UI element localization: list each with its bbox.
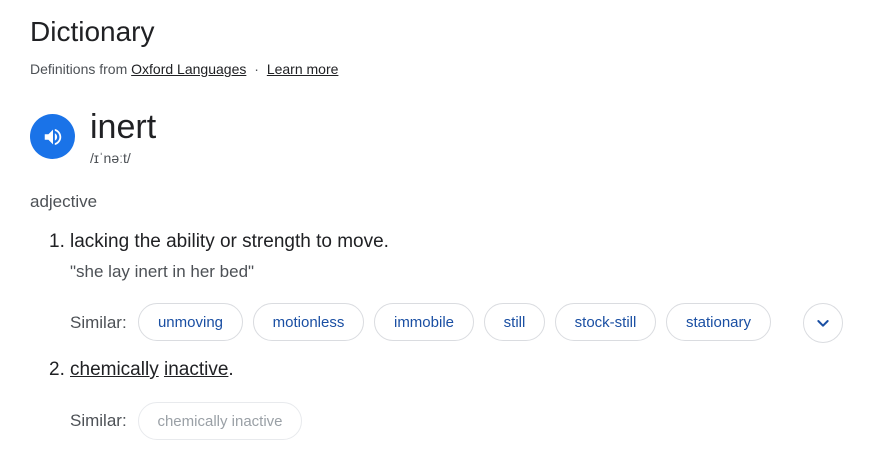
expand-button[interactable] — [803, 303, 843, 343]
sense-1-example: "she lay inert in her bed" — [70, 262, 255, 281]
phonetic: /ɪˈnəːt/ — [90, 150, 131, 166]
oxford-languages-link[interactable]: Oxford Languages — [131, 61, 246, 77]
similar-chip-immobile[interactable]: immobile — [374, 303, 474, 341]
sense-2-number: 2. — [49, 359, 65, 380]
learn-more-link[interactable]: Learn more — [267, 61, 339, 77]
link-chemically[interactable]: chemically — [70, 359, 159, 380]
dictionary-heading: Dictionary — [30, 16, 155, 47]
similar-chip-unmoving[interactable]: unmoving — [138, 303, 243, 341]
sense-1-definition: lacking the ability or strength to move. — [70, 231, 389, 252]
sense-1-similar-label: Similar: — [70, 313, 127, 332]
similar-chip-still[interactable]: still — [484, 303, 545, 341]
separator: · — [254, 61, 259, 77]
source-prefix: Definitions from — [30, 61, 128, 77]
similar-chip-chemically-inactive: chemically inactive — [138, 402, 302, 440]
part-of-speech: adjective — [30, 192, 98, 211]
sense-2-similar-label: Similar: — [70, 411, 127, 430]
pronunciation-button[interactable] — [30, 114, 75, 159]
link-inactive[interactable]: inactive — [164, 359, 228, 380]
similar-chip-stationary[interactable]: stationary — [666, 303, 771, 341]
chevron-down-icon — [817, 320, 829, 327]
source-line: Definitions from Oxford Languages · Lear… — [30, 61, 338, 77]
definition-period: . — [228, 359, 234, 380]
sense-2-definition: chemically inactive. — [70, 359, 234, 381]
sense-1-number: 1. — [49, 231, 65, 252]
similar-chip-stock-still[interactable]: stock-still — [555, 303, 656, 341]
headword: inert — [90, 108, 157, 146]
similar-chip-motionless[interactable]: motionless — [253, 303, 364, 341]
speaker-icon — [44, 128, 61, 145]
